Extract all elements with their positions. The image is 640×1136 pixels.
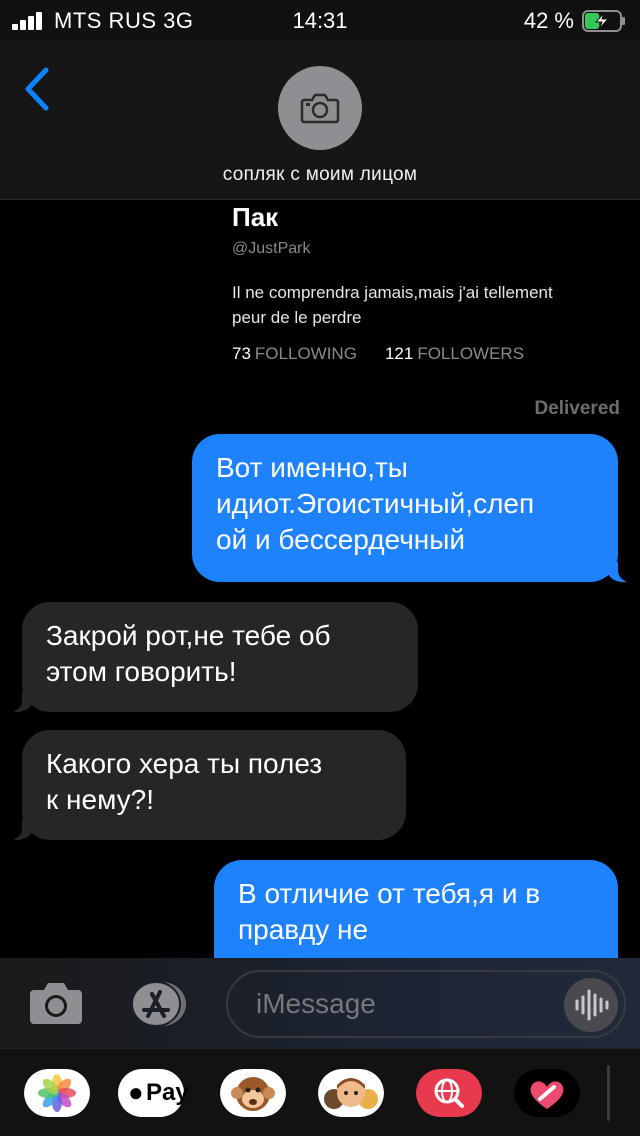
- imessage-field[interactable]: [226, 970, 626, 1038]
- delivered-status: Delivered: [534, 398, 620, 419]
- conversation-header: сопляк с моим лицом: [0, 40, 640, 200]
- followers-count: 121: [384, 344, 414, 363]
- following-label: FOLLOWING: [254, 344, 357, 363]
- digital-touch-icon[interactable]: [514, 1069, 580, 1117]
- camera-icon[interactable]: [28, 980, 84, 1026]
- message-bubble-outgoing[interactable]: Вот именно,ты идиот.Эгоистичный,слеп ой …: [192, 434, 638, 582]
- drawer-divider: [607, 1065, 610, 1121]
- contact-name[interactable]: сопляк с моим лицом: [0, 164, 640, 186]
- message-line: к нему?!: [46, 784, 154, 815]
- camera-icon: [300, 93, 340, 124]
- message-line: Какого хера ты полез: [46, 748, 323, 779]
- chevron-left-icon[interactable]: [18, 64, 58, 114]
- app-drawer: ● Pay: [0, 1048, 640, 1136]
- message-bubble-incoming[interactable]: Закрой рот,не тебе об этом говорить!: [2, 602, 418, 712]
- apple-pay-label: Pay: [146, 1079, 189, 1106]
- message-bubble-incoming[interactable]: Какого хера ты полез к нему?!: [2, 730, 406, 840]
- message-line: идиот.Эгоистичный,слеп: [216, 488, 535, 519]
- message-input-bar: [0, 958, 640, 1048]
- monkey-animoji-icon[interactable]: [220, 1069, 286, 1117]
- battery-charging-icon: [582, 10, 625, 32]
- audio-waveform-icon[interactable]: [564, 978, 618, 1032]
- following-count: 73: [232, 344, 251, 363]
- followers-label: FOLLOWERS: [417, 344, 525, 363]
- profile-stats: 73 FOLLOWING 121 FOLLOWERS: [232, 344, 524, 364]
- profile-handle: @JustPark: [232, 240, 311, 257]
- profile-bio-line: peur de le perdre: [232, 308, 362, 327]
- message-line: Закрой рот,не тебе об: [46, 620, 331, 651]
- message-line: Вот именно,ты: [216, 452, 408, 483]
- memoji-icon[interactable]: [318, 1069, 384, 1117]
- battery-percent: 42 %: [523, 8, 574, 33]
- message-line: этом говорить!: [46, 656, 237, 687]
- message-line: правду не: [238, 914, 369, 945]
- contact-avatar[interactable]: [278, 66, 362, 150]
- message-line: В отличие от тебя,я и в: [238, 878, 541, 909]
- message-input[interactable]: [256, 984, 556, 1024]
- message-line: ой и бессердечный: [216, 524, 466, 555]
- app-store-icon[interactable]: [126, 980, 190, 1028]
- apple-pay-icon[interactable]: ● Pay: [118, 1069, 189, 1117]
- status-bar: MTS RUS 3G 14:31 42 %: [0, 0, 640, 40]
- profile-bio-line: Il ne comprendra jamais,mais j'ai tellem…: [232, 283, 553, 302]
- web-search-icon[interactable]: [416, 1069, 482, 1117]
- photos-icon[interactable]: [24, 1069, 90, 1117]
- profile-bio: Il ne comprendra jamais,mais j'ai tellem…: [232, 280, 640, 330]
- profile-name: Пак: [232, 202, 279, 232]
